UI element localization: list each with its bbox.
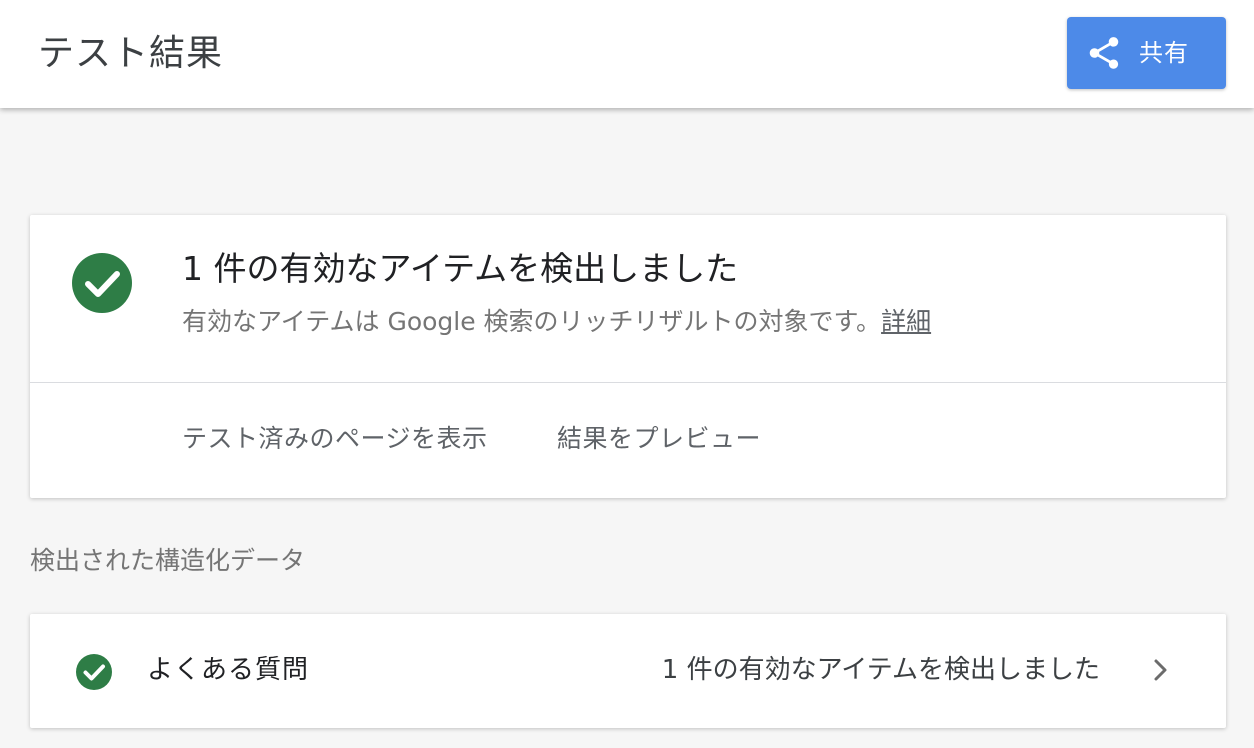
summary-title: 1 件の有効なアイテムを検出しました [182, 249, 739, 288]
summary-card: 1 件の有効なアイテムを検出しました 有効なアイテムは Google 検索のリッ… [30, 215, 1226, 498]
item-name: よくある質問 [147, 655, 310, 685]
view-tested-page-link[interactable]: テスト済みのページを表示 [182, 421, 488, 457]
check-circle-icon [72, 253, 132, 313]
preview-results-link[interactable]: 結果をプレビュー [557, 421, 761, 457]
share-button-label: 共有 [1139, 39, 1189, 67]
check-circle-icon [76, 654, 112, 690]
section-heading: 検出された構造化データ [30, 546, 306, 575]
summary-subtitle-text: 有効なアイテムは Google 検索のリッチリザルトの対象です。 [182, 307, 882, 336]
details-link[interactable]: 詳細 [881, 307, 931, 336]
page-title: テスト結果 [38, 33, 224, 74]
share-icon [1089, 37, 1119, 69]
chevron-right-icon [1154, 659, 1167, 681]
share-button[interactable]: 共有 [1067, 17, 1226, 89]
top-bar: テスト結果 共有 [0, 0, 1254, 108]
item-status: 1 件の有効なアイテムを検出しました [661, 655, 1100, 685]
structured-data-item-row[interactable]: よくある質問 1 件の有効なアイテムを検出しました [30, 614, 1226, 728]
summary-subtitle: 有効なアイテムは Google 検索のリッチリザルトの対象です。詳細 [182, 304, 931, 340]
divider [30, 382, 1226, 383]
